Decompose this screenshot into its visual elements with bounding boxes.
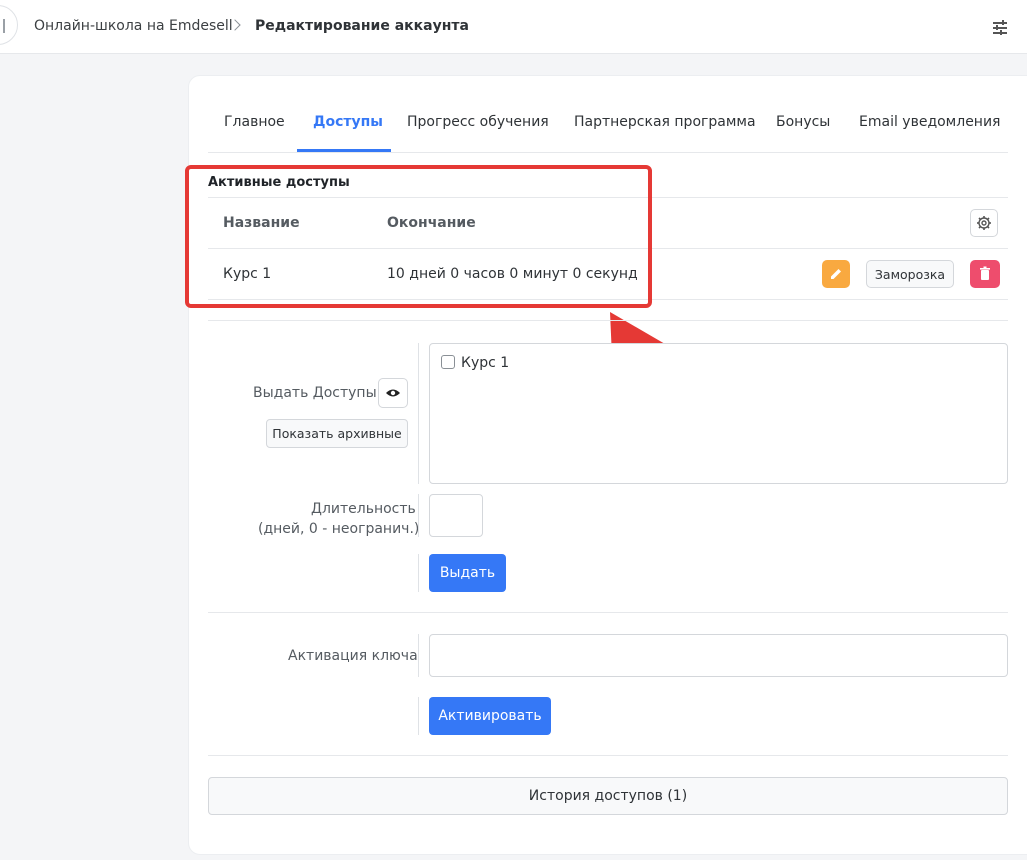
table-settings-button[interactable] [970, 209, 998, 237]
duration-input[interactable] [429, 494, 483, 537]
filter-settings-button[interactable] [988, 16, 1012, 38]
form-separator [418, 494, 419, 537]
tab-email-notifications[interactable]: Email уведомления [859, 114, 1000, 130]
top-bar: Онлайн-школа на Emdesell Редактирование … [0, 0, 1027, 54]
course-list [429, 343, 1008, 484]
tabs-bar: Главное Доступы Прогресс обучения Партне… [208, 100, 1008, 153]
grant-submit-button[interactable]: Выдать [429, 554, 506, 592]
delete-access-button[interactable] [970, 260, 1000, 288]
access-history-button[interactable]: История доступов (1) [208, 777, 1008, 815]
active-tab-indicator [297, 149, 391, 152]
annotation-highlight-box [185, 165, 652, 308]
duration-hint: (дней, 0 - неогранич.) [258, 521, 420, 537]
tab-main[interactable]: Главное [224, 114, 285, 130]
course-checkbox-label[interactable]: Курс 1 [461, 355, 509, 371]
page-title: Редактирование аккаунта [255, 18, 469, 34]
key-input[interactable] [429, 634, 1008, 677]
grant-access-label: Выдать Доступы [253, 385, 377, 401]
key-activation-label: Активация ключа [288, 648, 418, 664]
toggle-visibility-button[interactable] [378, 378, 408, 408]
freeze-access-button[interactable]: Заморозка [866, 260, 954, 288]
tab-access[interactable]: Доступы [313, 114, 383, 130]
gear-icon [977, 216, 991, 230]
breadcrumb-root-link[interactable]: Онлайн-школа на Emdesell [34, 18, 233, 34]
form-separator [418, 343, 419, 484]
divider [208, 755, 1008, 756]
divider [208, 320, 1008, 321]
edit-access-button[interactable] [822, 260, 850, 288]
menu-toggle-button[interactable] [0, 5, 18, 45]
form-separator [418, 554, 419, 592]
course-checkbox[interactable] [441, 355, 455, 369]
tab-partner[interactable]: Партнерская программа [574, 114, 756, 130]
duration-label: Длительность [311, 501, 416, 517]
divider [208, 612, 1008, 613]
trash-icon [980, 266, 990, 280]
form-separator [418, 634, 419, 677]
menu-icon [3, 19, 5, 33]
form-separator [418, 697, 419, 735]
activate-key-button[interactable]: Активировать [429, 697, 551, 735]
pencil-icon [831, 269, 841, 279]
tab-bonuses[interactable]: Бонусы [776, 114, 830, 130]
tab-progress[interactable]: Прогресс обучения [407, 114, 549, 130]
show-archived-button[interactable]: Показать архивные [266, 419, 408, 448]
eye-icon [386, 389, 400, 397]
